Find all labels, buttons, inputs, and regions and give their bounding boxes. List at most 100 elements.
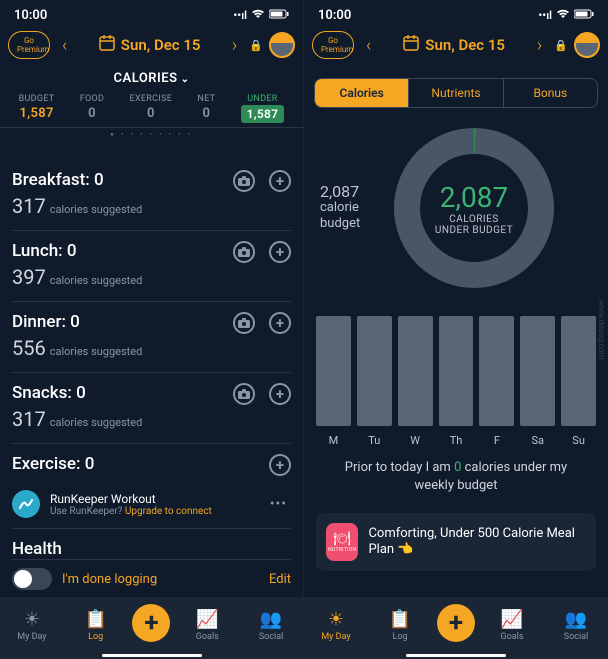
go-premium-button[interactable]: Go Premium (8, 31, 50, 59)
battery-icon (574, 9, 594, 22)
nav-goals[interactable]: 📈Goals (180, 609, 234, 642)
bottom-nav: ☀ My Day 📋 Log + 📈Goals 👥Social (304, 597, 608, 659)
meal-snacks[interactable]: Snacks: 0 317calories suggested + (12, 372, 291, 443)
page-dots[interactable]: ● • • • • • • • • (0, 128, 303, 144)
add-icon[interactable]: + (269, 383, 291, 405)
lock-icon: 🔒 (249, 39, 263, 52)
exercise-row[interactable]: Exercise: 0 + (12, 443, 291, 484)
sun-icon: ☀ (309, 609, 363, 630)
metric-label: EXERCISE (130, 94, 173, 104)
profile-avatar[interactable] (574, 32, 600, 58)
status-bar: 10:00 ••ıl (304, 0, 608, 27)
runkeeper-row[interactable]: RunKeeper Workout Use RunKeeper? Upgrade… (12, 484, 291, 528)
day-label: F (479, 434, 514, 447)
metric-value: 1,587 (19, 106, 55, 121)
camera-icon[interactable] (233, 383, 255, 405)
status-bar: 10:00 ••ıl (0, 0, 303, 27)
budget-text: calorie budget (320, 200, 360, 231)
bar-thu (439, 316, 474, 426)
clipboard-icon: 📋 (373, 609, 427, 630)
weekly-pre: Prior to today I am (345, 460, 454, 475)
meal-suggested-value: 397 (12, 265, 46, 289)
meal-subtitle: 317calories suggested (12, 194, 291, 218)
status-time: 10:00 (318, 8, 351, 23)
metric-under: UNDER 1,587 (241, 94, 285, 123)
metric-label: FOOD (80, 94, 104, 104)
runkeeper-upgrade-link[interactable]: Upgrade to connect (125, 506, 212, 517)
prev-day-button[interactable]: ‹ (56, 35, 73, 56)
runkeeper-sub: Use RunKeeper? (50, 506, 125, 517)
meal-suggested-label: calories suggested (50, 416, 143, 429)
wifi-icon (556, 9, 570, 22)
lock-icon: 🔒 (554, 39, 568, 52)
donut-section: 2,087 calorie budget 2,087 CALORIES UNDE… (304, 118, 608, 298)
nav-add-button[interactable]: + (437, 604, 475, 642)
nav-label: Log (392, 632, 407, 642)
calories-header[interactable]: CALORIES⌄ (0, 67, 303, 88)
nav-label: My Day (17, 632, 46, 642)
home-indicator[interactable] (406, 654, 506, 657)
nav-log[interactable]: 📋Log (69, 609, 123, 642)
day-label: Su (561, 434, 596, 447)
tab-bonus[interactable]: Bonus (504, 79, 597, 107)
profile-avatar[interactable] (269, 32, 295, 58)
people-icon: 👥 (244, 609, 298, 630)
meal-subtitle: 317calories suggested (12, 407, 291, 431)
weekly-bars (304, 298, 608, 432)
home-indicator[interactable] (102, 654, 202, 657)
add-icon[interactable]: + (269, 241, 291, 263)
camera-icon[interactable] (233, 170, 255, 192)
nutrition-icon-label: NUTRITION (328, 547, 356, 553)
nav-label: My Day (321, 632, 350, 642)
edit-button[interactable]: Edit (269, 572, 291, 587)
add-icon[interactable]: + (269, 312, 291, 334)
camera-icon[interactable] (233, 241, 255, 263)
day-label: Sa (520, 434, 555, 447)
meal-suggested-label: calories suggested (50, 274, 143, 287)
nav-my-day[interactable]: ☀ My Day (309, 609, 363, 642)
card-text: Comforting, Under 500 Calorie Meal Plan … (368, 526, 586, 558)
signal-icon: ••ıl (538, 9, 552, 22)
exercise-title: Exercise: 0 (12, 454, 291, 474)
metric-value: 0 (197, 106, 215, 121)
go-premium-button[interactable]: Go Premium (312, 31, 354, 59)
day-labels: M Tu W Th F Sa Su (304, 432, 608, 455)
bar-mon (316, 316, 351, 426)
meal-dinner[interactable]: Dinner: 0 556calories suggested + (12, 301, 291, 372)
add-icon[interactable]: + (269, 454, 291, 476)
donut-chart: 2,087 CALORIES UNDER BUDGET (394, 128, 554, 288)
date-selector[interactable]: Sun, Dec 15 (383, 35, 525, 55)
add-icon[interactable]: + (269, 170, 291, 192)
nav-add-button[interactable]: + (132, 604, 170, 642)
nav-social[interactable]: 👥Social (549, 609, 603, 642)
runkeeper-icon (12, 490, 40, 518)
next-day-button[interactable]: › (226, 35, 243, 56)
nav-social[interactable]: 👥Social (244, 609, 298, 642)
meal-suggested-value: 317 (12, 194, 46, 218)
tab-nutrients[interactable]: Nutrients (409, 79, 503, 107)
chevron-down-icon: ⌄ (181, 74, 190, 85)
nav-my-day[interactable]: ☀My Day (5, 609, 59, 642)
weekly-summary: Prior to today I am 0 calories under my … (304, 455, 608, 509)
donut-label-2: UNDER BUDGET (435, 225, 513, 236)
calories-header-label: CALORIES (114, 71, 178, 86)
nav-goals[interactable]: 📈Goals (485, 609, 539, 642)
meal-suggested-value: 556 (12, 336, 46, 360)
done-toggle[interactable] (12, 568, 52, 590)
next-day-button[interactable]: › (531, 35, 548, 56)
date-selector[interactable]: Sun, Dec 15 (79, 35, 220, 55)
battery-icon (269, 9, 289, 22)
meal-lunch[interactable]: Lunch: 0 397calories suggested + (12, 230, 291, 301)
nav-log[interactable]: 📋 Log (373, 609, 427, 642)
nutrition-icon: 🍽 NUTRITION (326, 523, 358, 561)
meal-suggested-label: calories suggested (50, 345, 143, 358)
meal-plan-card[interactable]: 🍽 NUTRITION Comforting, Under 500 Calori… (316, 513, 596, 571)
status-icons: ••ıl (233, 9, 289, 22)
day-label: Th (439, 434, 474, 447)
more-icon[interactable]: ••• (270, 496, 287, 512)
camera-icon[interactable] (233, 312, 255, 334)
prev-day-button[interactable]: ‹ (360, 35, 377, 56)
meal-breakfast[interactable]: Breakfast: 0 317calories suggested + (12, 160, 291, 230)
metric-food: FOOD 0 (80, 94, 104, 123)
tab-calories[interactable]: Calories (315, 79, 409, 107)
